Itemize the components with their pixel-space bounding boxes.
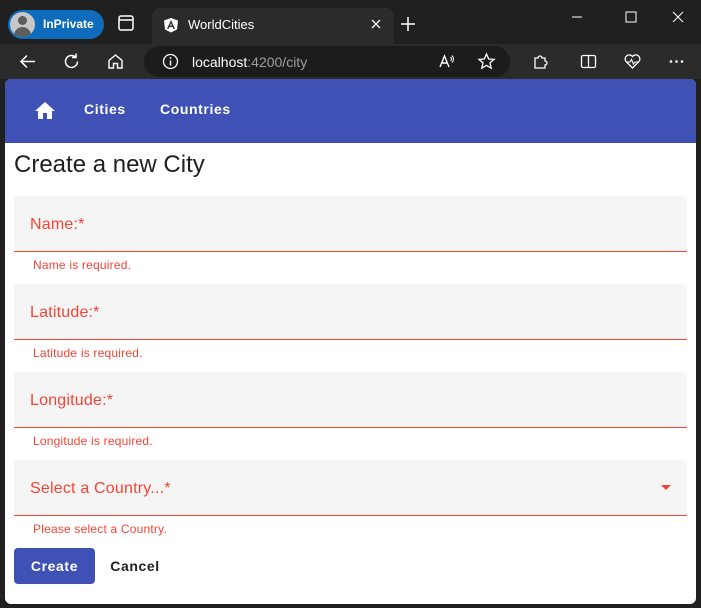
back-icon[interactable]: [18, 52, 37, 71]
angular-icon: [164, 18, 178, 33]
name-field-label: Name:*: [30, 216, 85, 233]
close-window-icon[interactable]: [667, 8, 689, 26]
home-browser-icon[interactable]: [106, 52, 125, 71]
dropdown-arrow-icon: [661, 485, 671, 490]
inprivate-badge[interactable]: InPrivate: [8, 10, 104, 39]
address-bar[interactable]: localhost:4200/city: [144, 46, 510, 77]
latitude-field-label: Latitude:*: [30, 304, 100, 321]
longitude-field[interactable]: Longitude:*: [14, 372, 687, 428]
browser-toolbar: localhost:4200/city: [0, 44, 701, 79]
tab-title: WorldCities: [188, 17, 255, 32]
country-error: Please select a Country.: [33, 522, 167, 536]
create-button[interactable]: Create: [14, 548, 95, 584]
country-select-label: Select a Country...*: [30, 480, 171, 497]
cancel-button[interactable]: Cancel: [99, 548, 171, 584]
latitude-error: Latitude is required.: [33, 346, 143, 360]
refresh-icon[interactable]: [62, 52, 81, 71]
maximize-icon[interactable]: [620, 8, 642, 26]
info-icon[interactable]: [162, 53, 179, 70]
browser-essentials-icon[interactable]: [623, 52, 642, 71]
name-error: Name is required.: [33, 258, 132, 272]
inprivate-label: InPrivate: [43, 17, 94, 31]
home-icon[interactable]: [33, 99, 57, 123]
favorite-star-icon[interactable]: [477, 52, 496, 71]
tab-worldcities[interactable]: WorldCities: [152, 8, 394, 44]
page-title: Create a new City: [14, 151, 205, 178]
name-field[interactable]: Name:*: [14, 196, 687, 252]
url-path: :4200/city: [247, 54, 308, 70]
read-aloud-icon[interactable]: [437, 52, 456, 71]
url-host: localhost: [192, 54, 248, 70]
nav-countries-link[interactable]: Countries: [160, 101, 231, 117]
close-tab-icon[interactable]: [369, 17, 383, 31]
page-viewport: Cities Countries Create a new City Name:…: [5, 79, 696, 604]
latitude-field[interactable]: Latitude:*: [14, 284, 687, 340]
more-options-icon[interactable]: [667, 52, 686, 71]
longitude-field-label: Longitude:*: [30, 392, 114, 409]
minimize-icon[interactable]: [566, 8, 588, 26]
tab-actions-icon[interactable]: [117, 14, 135, 32]
url-text: localhost:4200/city: [192, 54, 307, 70]
new-tab-icon[interactable]: [399, 15, 417, 33]
country-select[interactable]: Select a Country...*: [14, 460, 687, 516]
longitude-error: Longitude is required.: [33, 434, 153, 448]
app-navbar: Cities Countries: [5, 79, 696, 143]
browser-tab-strip: InPrivate WorldCities: [0, 0, 701, 44]
nav-cities-link[interactable]: Cities: [84, 101, 126, 117]
split-screen-icon[interactable]: [579, 52, 598, 71]
extensions-icon[interactable]: [531, 52, 550, 71]
avatar: [10, 12, 35, 37]
